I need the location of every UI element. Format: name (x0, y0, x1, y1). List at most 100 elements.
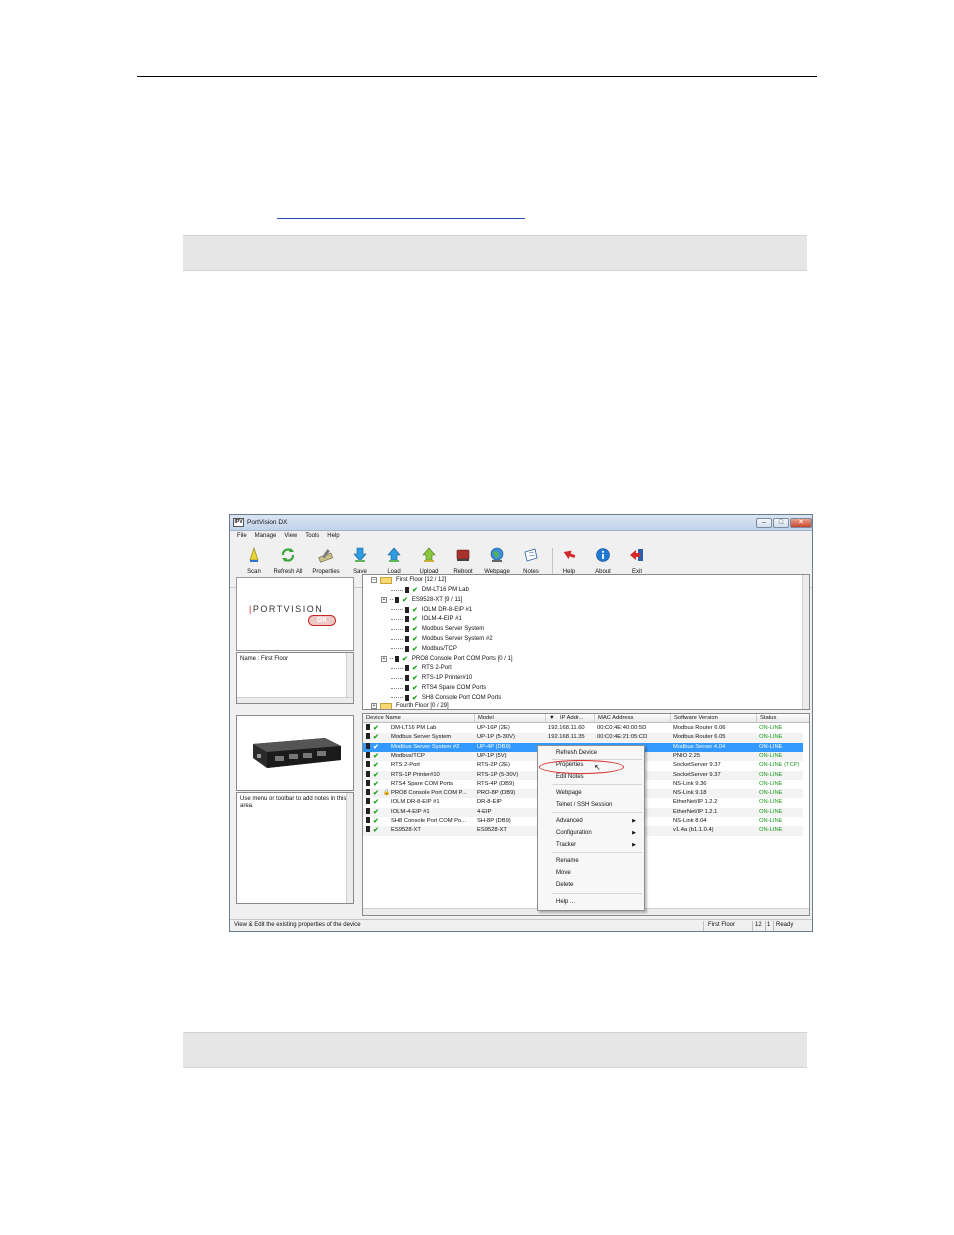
info-icon (596, 548, 610, 562)
table-row[interactable]: ✔ DM-LT16 PM Lab UP-16P (2E) 192.168.11.60 0… (363, 724, 803, 733)
tree-connector (391, 667, 403, 669)
cell-status: ON-LINE (759, 752, 783, 759)
cell-ip: 192.168.11.35 (548, 734, 585, 741)
tree-connector (391, 687, 403, 689)
tree-item[interactable]: ✔ IOLM-4-EIP #1 (391, 614, 462, 624)
online-check-icon: ✔ (373, 799, 379, 807)
expand-icon[interactable]: + (381, 655, 387, 662)
device-icon (405, 587, 409, 593)
tree-item[interactable]: ✔ Modbus Server System (391, 624, 484, 634)
expand-icon[interactable]: + (371, 703, 377, 709)
menu-telnet-ssh[interactable]: Telnet / SSH Session (556, 800, 612, 810)
cell-name: PRO8 Console Port COM P... (391, 790, 467, 797)
name-panel-scrollbar[interactable] (346, 653, 353, 703)
column-ip-address[interactable]: ▼ IP Addr... (546, 714, 595, 723)
menu-view[interactable]: View (284, 533, 297, 539)
tree-item[interactable]: ✔ Modbus/TCP (391, 644, 457, 654)
maximize-button[interactable]: □ (773, 518, 789, 528)
cell-model: RTS-4P (DB9) (477, 780, 515, 787)
minimize-button[interactable]: – (756, 518, 772, 528)
online-check-icon: ✔ (412, 685, 418, 692)
menu-file[interactable]: File (237, 533, 247, 539)
tree-item[interactable]: + ✔ ES9528-XT [9 / 11] (381, 595, 462, 605)
menu-rename[interactable]: Rename (556, 856, 579, 866)
notes-scrollbar[interactable] (346, 793, 353, 903)
device-icon (366, 724, 370, 730)
status-location: First Floor (708, 922, 735, 928)
menu-configuration[interactable]: Configuration ▶ (556, 828, 642, 838)
tree-item[interactable]: ✔ DM-LT16 PM Lab (391, 585, 469, 595)
menu-webpage[interactable]: Webpage (556, 788, 582, 798)
device-icon (366, 779, 370, 786)
dx-logo-badge: DX (308, 615, 336, 626)
tree-item[interactable]: ✔ RTS-1P Printer#10 (391, 673, 472, 683)
table-row[interactable]: ✔ Modbus Server System UP-1P (5-30V) 192.16… (363, 733, 803, 743)
properties-highlight-ring (539, 760, 624, 774)
menu-tools[interactable]: Tools (305, 533, 319, 539)
exit-icon (630, 549, 643, 561)
device-icon (366, 826, 370, 833)
logo-panel: |PORTVISION DX (236, 577, 354, 651)
tree-item[interactable]: ✔ RTS 2-Port (391, 663, 452, 673)
cell-model: ES9528-XT (477, 827, 507, 834)
online-check-icon: ✔ (373, 771, 379, 779)
cell-model: SH-8P (DB9) (477, 818, 511, 824)
online-check-icon: ✔ (373, 818, 379, 825)
menu-move[interactable]: Move (556, 868, 571, 878)
cell-sw: NS-Link 8.04 (673, 818, 707, 824)
column-status[interactable]: Status (757, 714, 809, 723)
cell-sw: SocketServer 9.37 (673, 771, 721, 778)
online-check-icon: ✔ (373, 827, 379, 835)
cell-model: 4-EIP (477, 808, 492, 815)
tree-connector (390, 658, 393, 660)
tree-folder-first-floor[interactable]: – First Floor [12 / 12] (371, 575, 446, 585)
cell-status: ON-LINE (759, 725, 783, 731)
close-button[interactable]: ✕ (790, 518, 812, 528)
menu-manage[interactable]: Manage (255, 533, 277, 539)
online-check-icon: ✔ (373, 752, 379, 760)
menu-refresh-device[interactable]: Refresh Device (556, 748, 597, 758)
tree-connector (391, 628, 403, 630)
online-check-icon: ✔ (373, 790, 379, 798)
online-check-icon: ✔ (402, 596, 408, 604)
column-model[interactable]: Model (475, 714, 546, 723)
menu-help[interactable]: Help (327, 533, 339, 539)
title-bar: IPV PortVision DX – □ ✕ (230, 515, 812, 531)
cell-sw: SocketServer 9.37 (673, 762, 721, 769)
document-hyperlink[interactable] (277, 208, 525, 219)
collapse-icon[interactable]: – (371, 577, 377, 583)
menu-advanced[interactable]: Advanced ▶ (556, 816, 642, 826)
device-icon (405, 636, 409, 642)
column-mac-address[interactable]: MAC Address (595, 714, 671, 723)
online-check-icon: ✔ (412, 645, 418, 653)
device-icon (366, 807, 370, 814)
cell-status: ON-LINE (759, 808, 783, 815)
cell-status: ON-LINE (TCP) (759, 762, 800, 769)
cell-status: ON-LINE (759, 780, 783, 787)
online-check-icon: ✔ (412, 626, 418, 634)
notes-text: Use menu or toolbar to add notes in this… (240, 796, 347, 809)
tree-connector (391, 638, 403, 640)
app-icon: IPV (233, 518, 244, 527)
cell-name: IOLM-4-EIP #1 (391, 808, 430, 815)
tree-item[interactable]: ✔ RTS4 Spare COM Ports (391, 683, 486, 693)
tree-folder-fourth-floor[interactable]: + Fourth Floor [0 / 29] (371, 701, 449, 709)
tree-scrollbar[interactable] (802, 575, 809, 709)
menu-delete[interactable]: Delete (556, 880, 573, 890)
notes-panel[interactable]: Use menu or toolbar to add notes in this… (236, 792, 354, 904)
tree-connector (391, 618, 403, 620)
tree-item[interactable]: ✔ Modbus Server System #2 (391, 634, 493, 644)
column-software-version[interactable]: Software Version (671, 714, 757, 723)
menu-tracker[interactable]: Tracker ▶ (556, 840, 642, 850)
status-message: View & Edit the existing properties of t… (234, 922, 361, 928)
cell-sw: NS-Link 9.18 (673, 790, 707, 797)
expand-icon[interactable]: + (381, 596, 387, 603)
column-device-name[interactable]: Device Name (363, 714, 475, 723)
menu-help[interactable]: Help ... (556, 897, 575, 907)
tree-item[interactable]: ✔ IOLM DR-8-EIP #1 (391, 605, 472, 615)
cell-sw: EtherNet/IP 1.2.1 (673, 808, 718, 815)
online-check-icon: ✔ (412, 636, 418, 643)
name-panel-hscrollbar[interactable] (237, 697, 353, 703)
tree-item[interactable]: + ✔ PRO8 Console Port COM Ports [0 / 1] (381, 654, 513, 664)
device-icon (405, 645, 409, 652)
